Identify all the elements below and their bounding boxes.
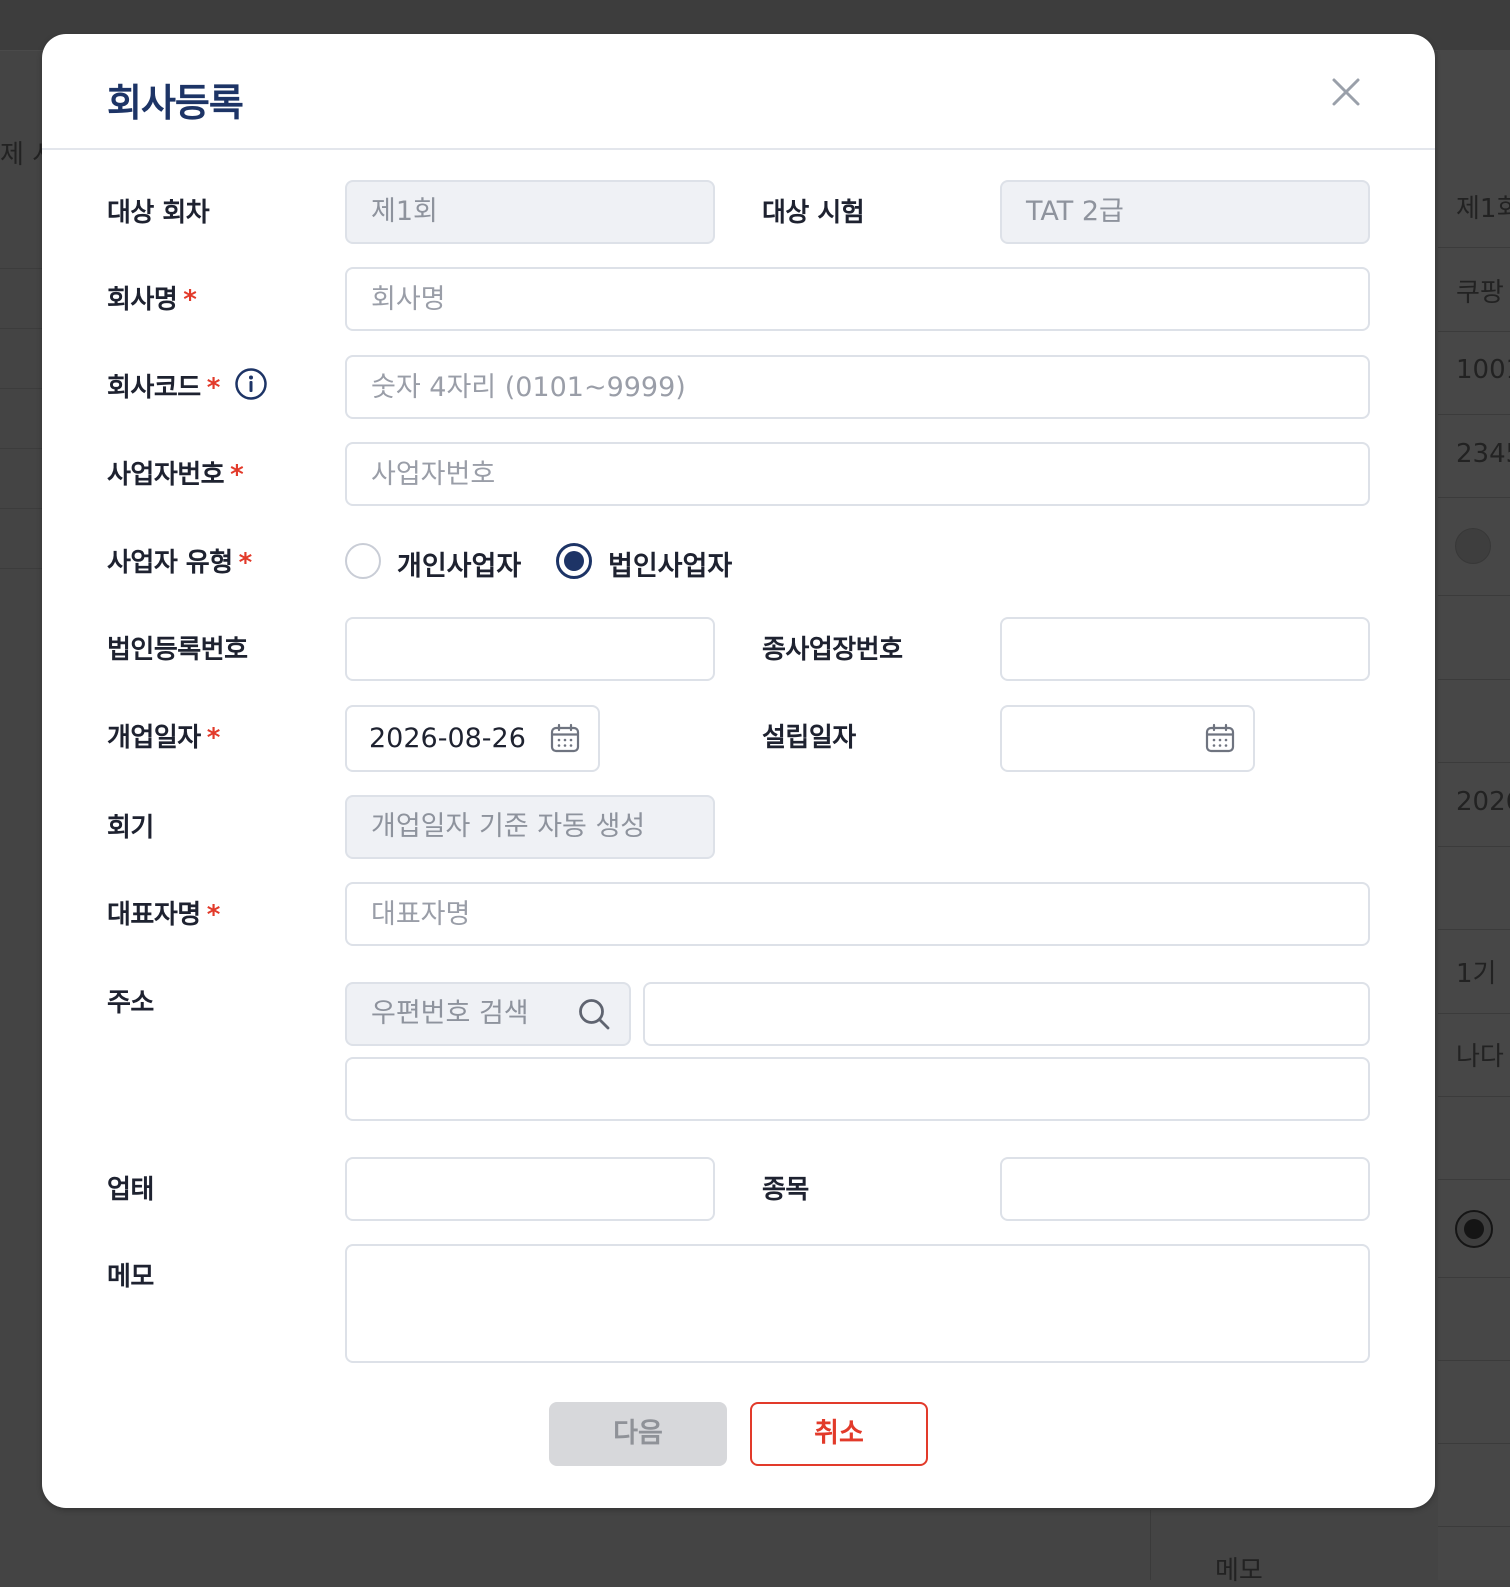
exam-label: 대상 시험 — [762, 198, 865, 228]
required-mark: * — [238, 548, 253, 578]
representative-label: 대표자명 * — [107, 900, 221, 930]
next-button[interactable]: 다음 — [549, 1402, 727, 1466]
info-icon[interactable] — [234, 367, 268, 401]
radio-individual-label[interactable]: 개인사업자 — [397, 544, 521, 583]
open-date-value: 2026-08-26 — [369, 723, 526, 754]
round-field: 제1회 — [345, 180, 715, 244]
calendar-icon[interactable] — [1204, 722, 1236, 754]
background-right-panel: 제1회 쿠팡 1001 2345 2026 1기 나다 — [1438, 50, 1510, 1580]
background-radio — [1455, 1210, 1493, 1248]
close-icon[interactable] — [1328, 74, 1364, 110]
background-cell: 제1회 — [1456, 194, 1510, 224]
corp-reg-number-label: 법인등록번호 — [107, 635, 248, 665]
company-code-input[interactable] — [345, 355, 1370, 419]
radio-corporate-label[interactable]: 법인사업자 — [608, 544, 732, 583]
radio-corporate[interactable] — [556, 543, 592, 579]
business-number-label: 사업자번호 * — [107, 460, 244, 490]
modal-title: 회사등록 — [107, 81, 244, 125]
round-label: 대상 회차 — [107, 198, 210, 228]
company-name-input[interactable] — [345, 267, 1370, 331]
background-cell: 1기 — [1456, 959, 1497, 989]
fiscal-period-label: 회기 — [107, 813, 154, 843]
background-divider — [1150, 1510, 1151, 1580]
representative-input[interactable] — [345, 882, 1370, 946]
required-mark: * — [206, 723, 221, 753]
background-text: 메모 — [1215, 1556, 1263, 1586]
business-item-input[interactable] — [1000, 1157, 1370, 1221]
background-cell: 2345 — [1456, 439, 1510, 469]
background-cell: 2026 — [1456, 787, 1510, 817]
business-category-input[interactable] — [345, 1157, 715, 1221]
background-cell: 나다 — [1456, 1042, 1504, 1072]
background-cell: 쿠팡 — [1456, 278, 1504, 308]
calendar-icon[interactable] — [549, 722, 581, 754]
search-icon[interactable] — [577, 997, 611, 1031]
business-type-label: 사업자 유형 * — [107, 548, 253, 578]
corp-reg-number-input[interactable] — [345, 617, 715, 681]
modal-header: 회사등록 — [42, 34, 1435, 150]
memo-textarea[interactable] — [345, 1244, 1370, 1363]
required-mark: * — [206, 373, 221, 403]
branch-number-input[interactable] — [1000, 617, 1370, 681]
open-date-label: 개업일자 * — [107, 723, 221, 753]
business-item-label: 종목 — [762, 1175, 809, 1205]
business-number-input[interactable] — [345, 442, 1370, 506]
address-label: 주소 — [107, 988, 154, 1018]
branch-number-label: 종사업장번호 — [762, 635, 903, 665]
company-name-label: 회사명 * — [107, 285, 197, 315]
cancel-button[interactable]: 취소 — [750, 1402, 928, 1466]
company-register-modal: 회사등록 대상 회차 제1회 대상 시험 TAT 2급 회사명* 회사코드* 사… — [42, 34, 1435, 1508]
business-category-label: 업태 — [107, 1175, 154, 1205]
required-mark: * — [206, 900, 221, 930]
background-radio — [1455, 528, 1491, 564]
radio-individual[interactable] — [345, 543, 381, 579]
founding-date-label: 설립일자 — [762, 723, 856, 753]
background-cell: 1001 — [1456, 355, 1510, 385]
address-detail-input[interactable] — [345, 1057, 1370, 1121]
company-code-label: 회사코드 * — [107, 373, 221, 403]
memo-label: 메모 — [107, 1262, 154, 1292]
required-mark: * — [230, 460, 244, 490]
fiscal-period-field: 개업일자 기준 자동 생성 — [345, 795, 715, 859]
address-main-input[interactable] — [643, 982, 1370, 1046]
required-mark: * — [183, 285, 197, 315]
exam-field: TAT 2급 — [1000, 180, 1370, 244]
